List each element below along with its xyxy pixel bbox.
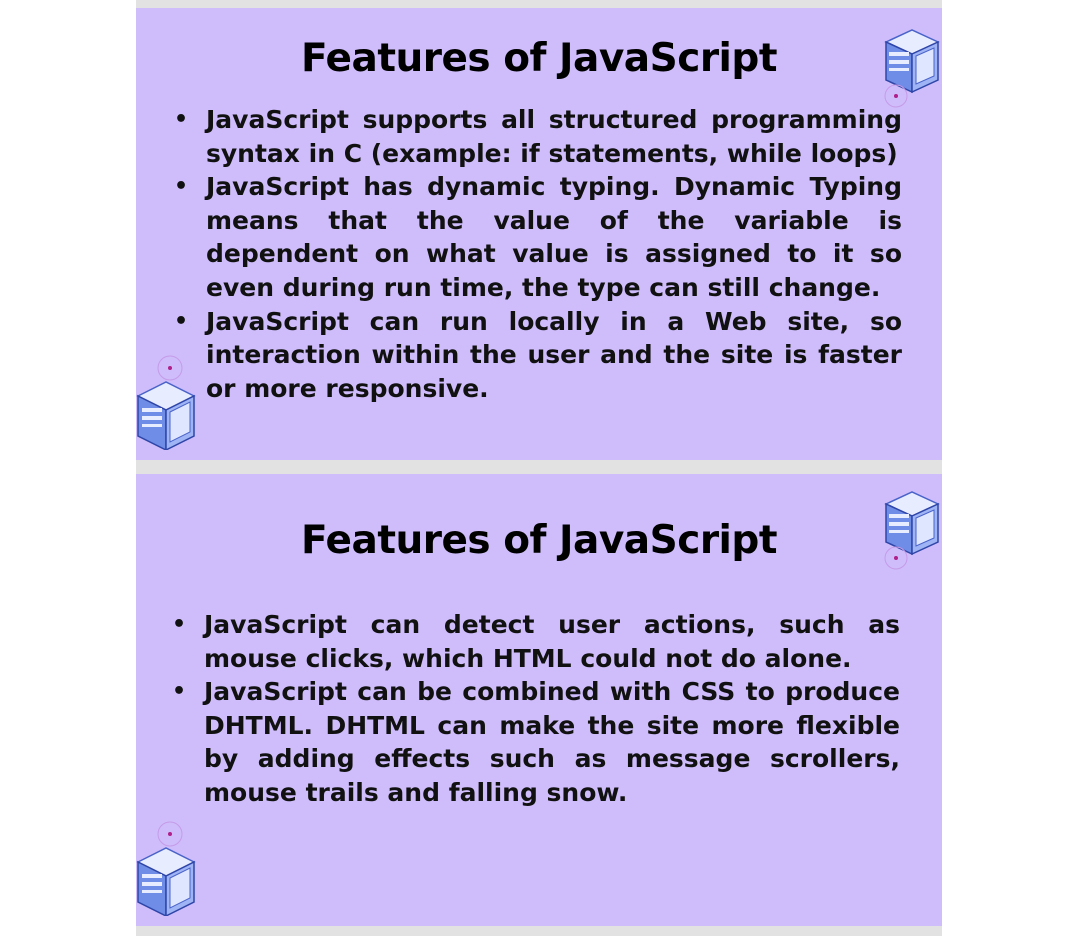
bullet-text: JavaScript can detect user actions, such…	[204, 610, 900, 673]
bullet-item: • JavaScript can be combined with CSS to …	[160, 675, 900, 809]
separator-top	[136, 0, 942, 8]
bullet-dot-icon: •	[174, 174, 189, 200]
bullet-item: • JavaScript supports all structured prog…	[162, 103, 902, 170]
bullet-dot-icon: •	[172, 679, 187, 705]
slide-2: Features of JavaScript • JavaScript can d…	[136, 474, 942, 926]
bullet-dot-icon: •	[172, 612, 187, 637]
slide-1: Features of JavaScript • JavaScript suppo…	[136, 8, 942, 460]
bullet-text: JavaScript can be combined with CSS to p…	[204, 677, 900, 807]
bullet-item: • JavaScript can run locally in a Web sit…	[162, 305, 902, 406]
server-tower-icon	[884, 29, 940, 108]
bullet-dot-icon: •	[174, 308, 189, 334]
bullet-list: • JavaScript can detect user actions, suc…	[160, 608, 900, 810]
separator-middle	[136, 460, 942, 474]
bullet-item: • JavaScript has dynamic typing. Dynamic …	[162, 170, 902, 304]
server-tower-icon	[136, 355, 196, 450]
bullet-text: JavaScript can run locally in a Web site…	[206, 306, 902, 403]
server-tower-icon	[884, 491, 940, 570]
bullet-text: JavaScript has dynamic typing. Dynamic T…	[206, 172, 902, 302]
slide-title: Features of JavaScript	[301, 36, 778, 81]
slide-title: Features of JavaScript	[301, 518, 778, 563]
bullet-list: • JavaScript supports all structured prog…	[162, 103, 902, 405]
bullet-text: JavaScript supports all structured progr…	[206, 105, 902, 168]
bullet-item: • JavaScript can detect user actions, suc…	[160, 608, 900, 675]
server-tower-icon	[136, 821, 196, 916]
separator-bottom	[136, 926, 942, 936]
bullet-dot-icon: •	[174, 107, 189, 132]
